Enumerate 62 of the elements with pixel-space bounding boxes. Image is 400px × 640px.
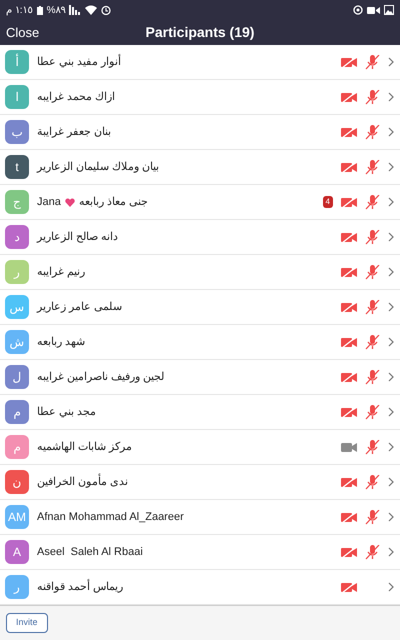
participant-name: Aseel Saleh Al Rbaai [37,544,143,560]
avatar: t [5,155,29,179]
chevron-right-icon[interactable] [388,372,394,382]
avatar: ش [5,330,29,354]
avatar: أ [5,50,29,74]
chevron-right-icon[interactable] [388,162,394,172]
chevron-right-icon[interactable] [388,512,394,522]
avatar: ن [5,470,29,494]
participant-name: دانه صالح الزعارير [37,230,118,245]
battery-icon [36,6,43,14]
participant-name: بيان وملاك سليمان الزعارير [37,160,160,175]
chevron-right-icon[interactable] [388,337,394,347]
participant-name: ندى مأمون الخرافين [37,474,128,490]
video-camera-icon [367,6,380,14]
participant-name: ازاك محمد غرايبه [37,90,116,105]
chevron-right-icon[interactable] [388,477,394,487]
chevron-right-icon[interactable] [388,547,394,557]
avatar: د [5,225,29,249]
chevron-right-icon[interactable] [388,267,394,277]
participant-name: Afnan Mohammad Al_Zaareer [37,510,184,525]
chevron-right-icon[interactable] [388,92,394,102]
participant-name: رنيم غرايبه [37,264,86,280]
sync-icon [353,5,363,15]
avatar: ب [5,120,29,144]
participant-name: Jana [37,194,61,210]
avatar: A [5,540,29,564]
signal-icon [69,5,82,15]
participant-name: سلمى عامر زعارير [37,300,122,315]
chevron-right-icon[interactable] [388,302,394,312]
avatar: ج [5,190,29,214]
participant-name: لجين ورفيف ناصرامين غرايبه [37,370,164,385]
wifi-icon [85,5,98,15]
unread-count: 4 [322,196,333,208]
avatar: م [5,435,29,459]
chevron-right-icon[interactable] [388,57,394,67]
avatar: س [5,295,29,319]
chevron-right-icon[interactable] [388,582,394,592]
avatar: ا [5,85,29,109]
invite-button[interactable]: Invite [6,613,48,633]
battery-level: %٨٩ [46,4,66,18]
chevron-right-icon[interactable] [388,407,394,417]
avatar: ر [5,260,29,284]
image-icon [384,5,394,15]
participant-name: مركز شابات الهاشميه [37,440,132,455]
avatar: ر [5,575,29,599]
chevron-right-icon[interactable] [388,197,394,207]
participant-name: شهد ربابعه [37,334,86,350]
chevron-right-icon[interactable] [388,442,394,452]
avatar: ل [5,365,29,389]
participant-name: مجد بني عطا [37,404,96,420]
chevron-right-icon[interactable] [388,232,394,242]
chevron-right-icon[interactable] [388,127,394,137]
participant-name: أنوار مفيد بني عطا [37,54,122,70]
avatar: م [5,400,29,424]
screen-title: Participants (19) [146,23,254,42]
clock-time: ١:١٥ م [6,4,33,18]
alarm-icon [101,5,112,15]
avatar: AM [5,505,29,529]
participant-name: بنان جعفر غرايبة [37,124,112,140]
participant-name: جنى معاذ ربابعه [78,194,148,210]
participant-name: ريماس أحمد قواقنه [37,578,124,595]
close-button[interactable]: Close [0,20,40,45]
